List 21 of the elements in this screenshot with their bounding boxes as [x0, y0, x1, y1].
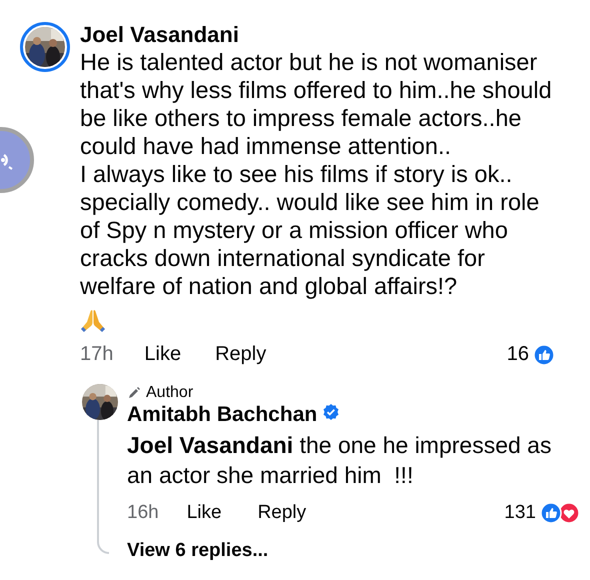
commenter-name[interactable]: Amitabh Bachchan: [127, 403, 318, 427]
reaction-count[interactable]: 131: [504, 502, 536, 524]
like-reaction-icon: [540, 502, 562, 524]
comment-text: He is talented actor but he is not womaniser that's why less films offered to him..he should be like others to impress female actors..he could have had immense attention..: [80, 48, 553, 160]
view-replies-link[interactable]: View 6 replies...: [127, 540, 580, 562]
like-link[interactable]: Like: [186, 502, 222, 524]
commenter-name[interactable]: Joel Vasandani: [80, 22, 558, 48]
praying-hands-icon: [80, 308, 106, 332]
comment-time: 17h: [80, 343, 114, 366]
like-link[interactable]: Like: [144, 343, 182, 366]
reaction-count[interactable]: 16: [506, 343, 529, 366]
reply-link[interactable]: Reply: [258, 502, 306, 524]
reply-text: Joel Vasandani the one he impressed as an actor she married him !!!: [127, 431, 552, 490]
avatar-ring[interactable]: [20, 22, 70, 72]
heart-reaction-icon: [558, 502, 580, 524]
reply-time: 16h: [127, 502, 159, 524]
like-reaction-icon: [533, 344, 555, 366]
comment-text: I always like to see his films if story is ok.. specially comedy.. would like see him in role of Spy n mystery or a mission officer who cracks down international syndicate for welfare of nation and global affairs!?: [80, 160, 540, 300]
author-label: Author: [146, 384, 194, 402]
pencil-icon: [127, 386, 141, 400]
reply-link[interactable]: Reply: [215, 343, 266, 366]
